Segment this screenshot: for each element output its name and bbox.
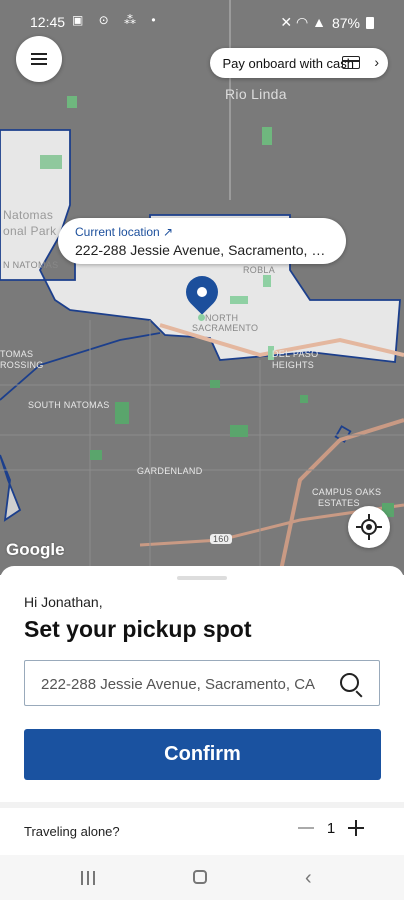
page-title: Set your pickup spot [24, 616, 252, 642]
plus-button[interactable] [346, 818, 366, 838]
crosshair-tick [356, 526, 361, 528]
recents-line [93, 871, 95, 885]
map-label-natomas-a: Natomas [3, 208, 54, 222]
signal-icons: ✕ ◠ ▲ [280, 14, 326, 30]
map-label-del-paso-b: HEIGHTS [272, 360, 315, 370]
pin-anchor-dot [198, 314, 205, 321]
status-right: ✕ ◠ ▲ 87% [280, 14, 374, 31]
crosshair-tick [368, 514, 370, 519]
map-label-natomas-b: onal Park [3, 224, 57, 238]
pickup-search-field[interactable] [24, 660, 380, 707]
map-view[interactable]: Rio Linda Natomas onal Park N NATOMAS RO… [0, 0, 404, 575]
map-label-campus-a: CAMPUS OAKS [312, 487, 382, 497]
credit-card-icon [342, 56, 360, 69]
status-time: 12:45 [30, 14, 66, 30]
highway-shield: 160 [210, 534, 232, 544]
search-icon[interactable] [340, 673, 359, 692]
greeting: Hi Jonathan, [24, 594, 103, 610]
confirm-button[interactable]: Confirm [24, 729, 381, 780]
map-label-rio-linda: Rio Linda [225, 86, 287, 102]
status-bar: 12:45 ▣ ⊙ ⁂ • ✕ ◠ ▲ 87% [0, 0, 404, 44]
recents-line [81, 871, 83, 885]
map-label-north-sacramento-b: SACRAMENTO [192, 323, 259, 333]
map-label-del-paso-a: DEL PASO [272, 349, 319, 359]
current-location-label: Current location ↗ [75, 225, 174, 239]
back-icon[interactable]: ‹ [305, 867, 312, 890]
pickup-search-input[interactable] [39, 661, 323, 707]
pay-onboard-label: Pay onboard with cash [222, 55, 354, 71]
battery-percent: 87% [331, 14, 360, 31]
map-label-gardenland: GARDENLAND [137, 466, 203, 476]
system-nav-bar: ‹ [0, 855, 404, 900]
recents-line [87, 871, 89, 885]
chevron-right-icon: › [374, 54, 379, 70]
current-location-address: 222-288 Jessie Avenue, Sacramento, CA [75, 242, 330, 258]
recents-icon[interactable] [81, 871, 95, 885]
crosshair-tick [368, 535, 370, 540]
passenger-stepper: 1 [296, 818, 366, 838]
minus-icon [298, 827, 314, 829]
battery-icon [366, 16, 374, 29]
map-label-n-natomas: N NATOMAS [3, 260, 59, 270]
map-label-north-sacramento-a: NORTH [205, 313, 239, 323]
crosshair-tick [377, 526, 382, 528]
notification-icons: ▣ ⊙ ⁂ • [72, 13, 162, 27]
passenger-count: 1 [326, 819, 336, 837]
home-icon[interactable] [193, 870, 207, 884]
google-logo: Google [6, 540, 65, 559]
traveling-alone-label: Traveling alone? [24, 824, 120, 839]
recenter-button[interactable] [348, 506, 390, 548]
minus-button[interactable] [296, 818, 316, 838]
map-label-campus-b: ESTATES [318, 498, 360, 508]
pay-onboard-button[interactable]: Pay onboard with cash › [210, 48, 388, 78]
map-label-south-natomas: SOUTH NATOMAS [28, 400, 110, 410]
hamburger-line [31, 58, 47, 60]
plus-icon-vertical [355, 820, 357, 836]
map-label-natomas-left-a: TOMAS [0, 349, 34, 359]
map-label-robla: ROBLA [243, 265, 276, 275]
crosshair-dot [366, 524, 372, 530]
map-label-natomas-left-b: ROSSING [0, 360, 44, 370]
sheet-drag-handle[interactable] [177, 576, 227, 580]
divider [0, 802, 404, 808]
hamburger-line [31, 63, 47, 65]
hamburger-menu-icon [31, 53, 47, 55]
current-location-card[interactable]: Current location ↗ 222-288 Jessie Avenue… [58, 218, 346, 264]
pickup-bottom-sheet: Hi Jonathan, Set your pickup spot Confir… [0, 566, 404, 856]
